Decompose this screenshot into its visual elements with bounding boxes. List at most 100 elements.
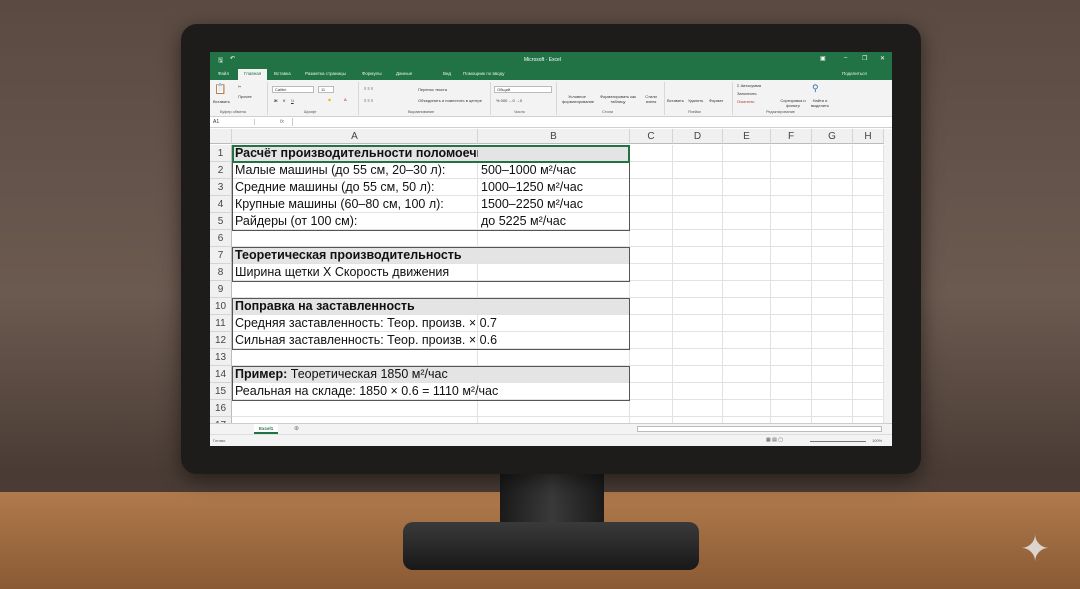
- format-cells-button[interactable]: Формат: [709, 98, 723, 103]
- cell-f8[interactable]: [771, 264, 812, 281]
- column-header-c[interactable]: C: [630, 129, 673, 144]
- autosum-button[interactable]: Σ Автосумма: [737, 83, 761, 88]
- cell-a16[interactable]: [232, 400, 478, 417]
- cell-e3[interactable]: [723, 179, 771, 196]
- cell-c12[interactable]: [630, 332, 673, 349]
- cell-h15[interactable]: [853, 383, 884, 400]
- cell-c7[interactable]: [630, 247, 673, 264]
- select-all-corner[interactable]: [210, 129, 232, 144]
- cell-e1[interactable]: [723, 145, 771, 162]
- tab-formulas[interactable]: Формулы: [362, 71, 382, 76]
- cell-e9[interactable]: [723, 281, 771, 298]
- merge-center-button[interactable]: Объединить и поместить в центре: [418, 98, 482, 103]
- italic-button[interactable]: К: [283, 98, 285, 103]
- cell-a5[interactable]: Райдеры (от 100 см):: [232, 213, 478, 230]
- tab-data[interactable]: Данные: [396, 71, 412, 76]
- cell-g12[interactable]: [812, 332, 853, 349]
- row-header[interactable]: 2: [210, 162, 232, 179]
- cell-g7[interactable]: [812, 247, 853, 264]
- cell-e13[interactable]: [723, 349, 771, 366]
- row-header[interactable]: 16: [210, 400, 232, 417]
- cell-f2[interactable]: [771, 162, 812, 179]
- sheet-tab[interactable]: Excel1: [254, 424, 279, 434]
- cell-e12[interactable]: [723, 332, 771, 349]
- row-header[interactable]: 8: [210, 264, 232, 281]
- cell-e6[interactable]: [723, 230, 771, 247]
- insert-cells-button[interactable]: Вставить: [667, 98, 684, 103]
- cell-g8[interactable]: [812, 264, 853, 281]
- cell-g9[interactable]: [812, 281, 853, 298]
- find-select-button[interactable]: Найти и выделить: [808, 98, 832, 108]
- cell-b5[interactable]: до 5225 м²/час: [478, 213, 630, 230]
- align-top-icon[interactable]: ≡ ≡ ≡: [364, 86, 373, 91]
- column-header-h[interactable]: H: [853, 129, 884, 144]
- column-header-d[interactable]: D: [673, 129, 723, 144]
- cell-c6[interactable]: [630, 230, 673, 247]
- align-left-icon[interactable]: ≡ ≡ ≡: [364, 98, 373, 103]
- ribbon-display-icon[interactable]: ▣: [820, 55, 826, 62]
- cell-h10[interactable]: [853, 298, 884, 315]
- tab-page-layout[interactable]: Разметка страницы: [305, 71, 346, 76]
- cell-f1[interactable]: [771, 145, 812, 162]
- cell-d15[interactable]: [673, 383, 723, 400]
- cell-a13[interactable]: [232, 349, 478, 366]
- cell-f10[interactable]: [771, 298, 812, 315]
- cell-c14[interactable]: [630, 366, 673, 383]
- cell-a12[interactable]: Сильная заставленность: Теор. произв. × …: [232, 332, 497, 349]
- cell-f13[interactable]: [771, 349, 812, 366]
- wrap-text-button[interactable]: Перенос текста: [418, 87, 447, 92]
- cell-d9[interactable]: [673, 281, 723, 298]
- cell-g5[interactable]: [812, 213, 853, 230]
- cell-d1[interactable]: [673, 145, 723, 162]
- cell-h5[interactable]: [853, 213, 884, 230]
- fx-icon[interactable]: fx: [280, 119, 284, 125]
- cell-a1[interactable]: Расчёт производительности поломоечной ма…: [232, 145, 555, 162]
- cell-e14[interactable]: [723, 366, 771, 383]
- cell-f6[interactable]: [771, 230, 812, 247]
- name-box[interactable]: A1: [213, 119, 255, 125]
- normal-view-icon[interactable]: ▦ ▤ ▢: [766, 437, 783, 443]
- tell-me-input[interactable]: Помощник по вводу: [463, 71, 504, 76]
- maximize-button[interactable]: ❐: [862, 55, 867, 62]
- row-header[interactable]: 10: [210, 298, 232, 315]
- cell-e5[interactable]: [723, 213, 771, 230]
- fill-color-icon[interactable]: ◆: [328, 97, 331, 102]
- save-icon[interactable]: 🖫: [218, 56, 223, 66]
- column-header-f[interactable]: F: [771, 129, 812, 144]
- cell-b11[interactable]: [478, 315, 630, 332]
- cell-f5[interactable]: [771, 213, 812, 230]
- cell-a4[interactable]: Крупные машины (60–80 см, 100 л):: [232, 196, 478, 213]
- row-header[interactable]: 9: [210, 281, 232, 298]
- cell-f3[interactable]: [771, 179, 812, 196]
- cell-c3[interactable]: [630, 179, 673, 196]
- cell-b10[interactable]: [478, 298, 630, 315]
- cell-a2[interactable]: Малые машины (до 55 см, 20–30 л):: [232, 162, 478, 179]
- cell-b14[interactable]: [478, 366, 630, 383]
- cell-a6[interactable]: [232, 230, 478, 247]
- cell-a9[interactable]: [232, 281, 478, 298]
- row-header[interactable]: 4: [210, 196, 232, 213]
- cell-d3[interactable]: [673, 179, 723, 196]
- cell-c8[interactable]: [630, 264, 673, 281]
- cell-b1[interactable]: [478, 145, 630, 162]
- cell-h3[interactable]: [853, 179, 884, 196]
- cell-e16[interactable]: [723, 400, 771, 417]
- cell-d10[interactable]: [673, 298, 723, 315]
- cell-g15[interactable]: [812, 383, 853, 400]
- cell-f16[interactable]: [771, 400, 812, 417]
- column-header-g[interactable]: G: [812, 129, 853, 144]
- cell-d14[interactable]: [673, 366, 723, 383]
- cell-a11[interactable]: Средняя заставленность: Теор. произв. × …: [232, 315, 497, 332]
- vertical-scrollbar[interactable]: [884, 129, 892, 423]
- cell-g13[interactable]: [812, 349, 853, 366]
- cell-f11[interactable]: [771, 315, 812, 332]
- cell-f15[interactable]: [771, 383, 812, 400]
- cell-h7[interactable]: [853, 247, 884, 264]
- cell-g11[interactable]: [812, 315, 853, 332]
- cell-g16[interactable]: [812, 400, 853, 417]
- row-header[interactable]: 14: [210, 366, 232, 383]
- cell-a8[interactable]: Ширина щетки X Скорость движения: [232, 264, 478, 281]
- cell-f12[interactable]: [771, 332, 812, 349]
- cell-f4[interactable]: [771, 196, 812, 213]
- cell-a7[interactable]: Теоретическая производительность: [232, 247, 478, 264]
